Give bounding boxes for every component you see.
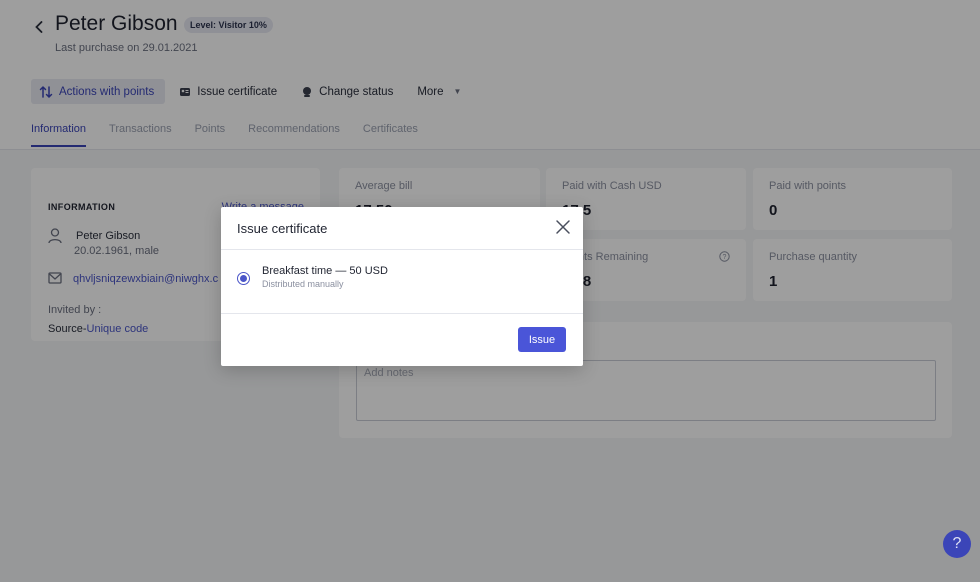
close-icon[interactable]	[555, 219, 571, 235]
issue-certificate-modal: Issue certificate Breakfast time — 50 US…	[221, 207, 583, 366]
help-button[interactable]: ?	[943, 530, 971, 558]
certificate-option-name[interactable]: Breakfast time — 50 USD	[262, 265, 388, 277]
certificate-option-subtitle: Distributed manually	[262, 279, 344, 289]
modal-divider	[221, 249, 583, 250]
modal-divider	[221, 313, 583, 314]
issue-button[interactable]: Issue	[518, 327, 566, 352]
modal-title: Issue certificate	[237, 221, 328, 236]
certificate-option-radio[interactable]	[237, 272, 250, 285]
